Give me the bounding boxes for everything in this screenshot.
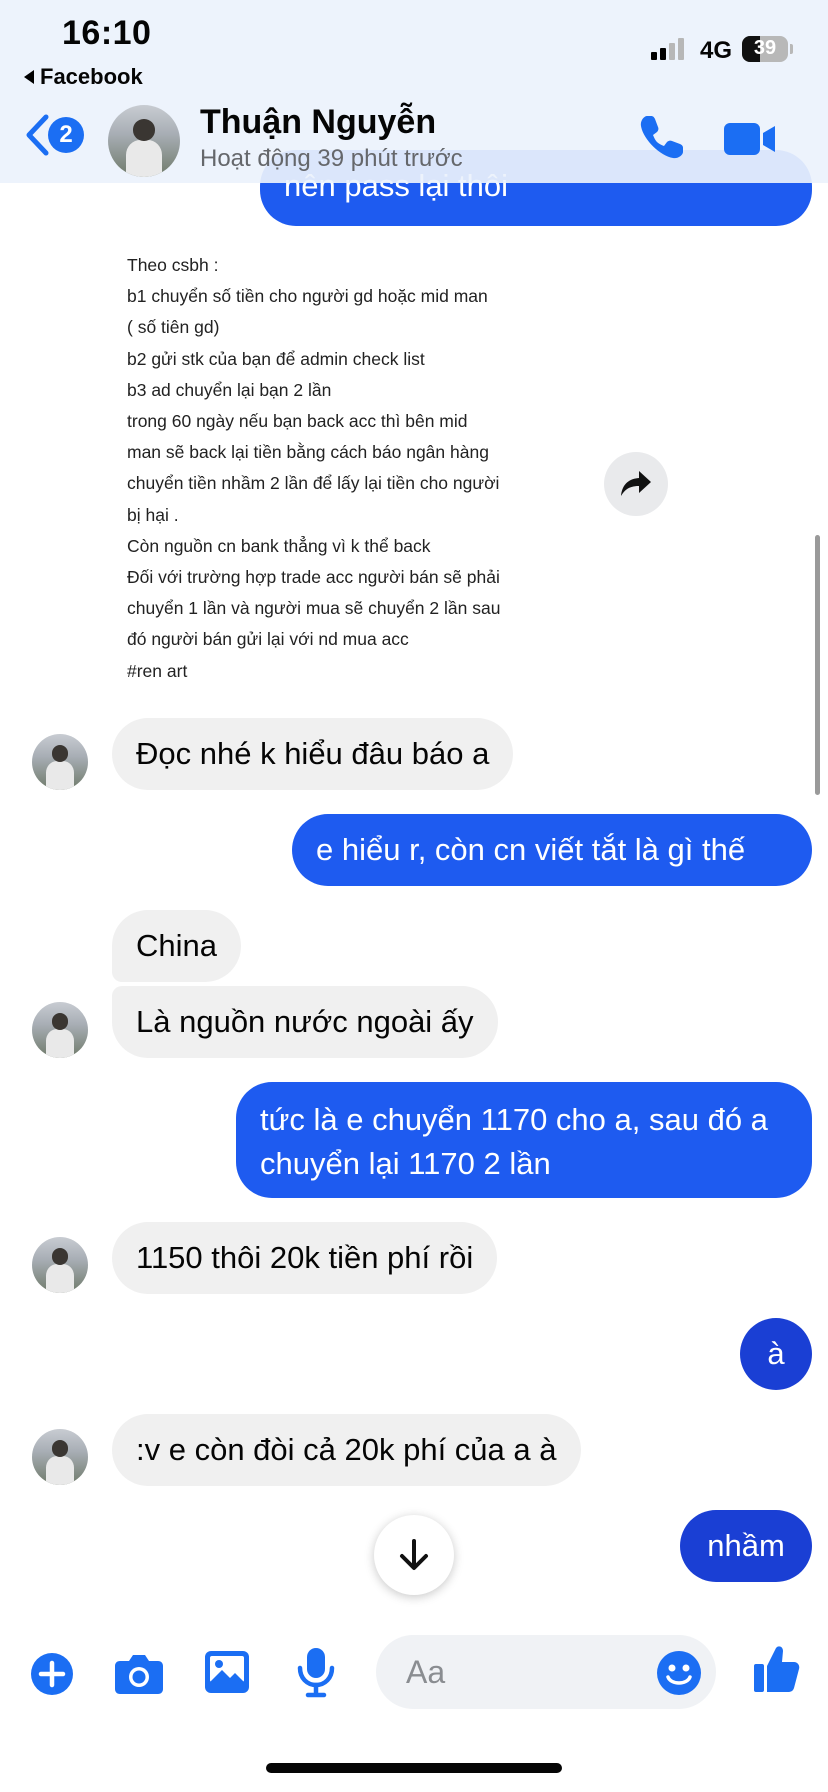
attachment-line: b3 ad chuyển lại bạn 2 lần <box>127 379 332 400</box>
message-text: :v e còn đòi cả 20k phí của a à <box>136 1432 557 1467</box>
battery-percent: 39 <box>753 37 777 59</box>
phone-icon[interactable] <box>636 113 686 163</box>
back-triangle-icon <box>24 70 34 84</box>
battery-icon: 39 <box>742 36 788 62</box>
contact-name[interactable]: Thuận Nguyễn <box>200 103 436 142</box>
video-camera-icon[interactable] <box>722 119 778 159</box>
message-text: tức là e chuyển 1170 cho a, sau đó a chu… <box>260 1102 768 1181</box>
message-incoming[interactable]: Là nguồn nước ngoài ấy <box>112 986 498 1058</box>
contact-avatar[interactable] <box>108 105 180 177</box>
cellular-signal-icon <box>651 38 684 60</box>
arrow-down-icon <box>400 1539 428 1570</box>
attachment-line: Đối với trường hợp trade acc người bán s… <box>127 567 500 588</box>
back-to-app-link[interactable]: Facebook <box>24 64 143 90</box>
back-button[interactable]: 2 <box>24 113 84 157</box>
chevron-left-icon <box>26 114 49 156</box>
plus-circle-icon[interactable] <box>30 1652 74 1696</box>
attachment-line: b1 chuyển số tiền cho người gd hoặc mid … <box>127 286 488 307</box>
network-type: 4G <box>700 37 733 64</box>
message-outgoing[interactable]: à <box>740 1318 812 1390</box>
attachment-line: đó người bán gửi lại với nd mua acc <box>127 629 409 650</box>
contact-avatar-small[interactable] <box>32 1237 88 1293</box>
scrollbar[interactable] <box>815 535 820 795</box>
attachment-line: bị hại . <box>127 504 179 525</box>
forward-button[interactable] <box>604 452 668 516</box>
attachment-line: Theo csbh : <box>127 255 219 275</box>
contact-avatar-small[interactable] <box>32 1429 88 1485</box>
back-app-label: Facebook <box>40 64 143 89</box>
attachment-line: ( số tiên gd) <box>127 317 220 338</box>
image-icon[interactable] <box>204 1650 250 1694</box>
smiley-icon[interactable] <box>656 1650 702 1696</box>
attachment-line: man sẽ back lại tiền bằng cách báo ngân … <box>127 442 489 463</box>
message-text: nhầm <box>707 1528 785 1563</box>
attachment-line: trong 60 ngày nếu bạn back acc thì bên m… <box>127 411 468 432</box>
shared-image-attachment[interactable]: Theo csbh : b1 chuyển số tiền cho người … <box>127 250 567 700</box>
thumbs-up-icon[interactable] <box>752 1644 800 1694</box>
message-outgoing[interactable]: e hiểu r, còn cn viết tắt là gì thế <box>292 814 812 886</box>
share-arrow-icon <box>621 471 651 496</box>
message-incoming[interactable]: China <box>112 910 241 982</box>
attachment-line: chuyển tiền nhầm 2 lần để lấy lại tiền c… <box>127 473 500 494</box>
microphone-icon[interactable] <box>296 1646 336 1698</box>
message-outgoing[interactable]: nhầm <box>680 1510 812 1582</box>
message-incoming[interactable]: Đọc nhé k hiểu đâu báo a <box>112 718 514 790</box>
message-text: à <box>767 1336 785 1371</box>
scroll-to-bottom-button[interactable] <box>374 1515 454 1595</box>
message-text: China <box>136 928 217 963</box>
unread-badge: 2 <box>48 117 84 153</box>
message-text: Đọc nhé k hiểu đâu báo a <box>136 736 490 771</box>
contact-avatar-small[interactable] <box>32 1002 88 1058</box>
contact-avatar-small[interactable] <box>32 734 88 790</box>
message-text: 1150 thôi 20k tiền phí rồi <box>136 1240 474 1275</box>
attachment-line: #ren art <box>127 660 188 681</box>
status-time: 16:10 <box>62 14 152 52</box>
attachment-line: b2 gửi stk của bạn để admin check list <box>127 348 425 369</box>
attachment-line: chuyển 1 lần và người mua sẽ chuyển 2 lầ… <box>127 598 501 619</box>
message-text: Là nguồn nước ngoài ấy <box>136 1004 474 1039</box>
status-bar: 16:10 Facebook 4G 39 <box>0 0 828 95</box>
camera-icon[interactable] <box>114 1651 164 1695</box>
message-incoming[interactable]: 1150 thôi 20k tiền phí rồi <box>112 1222 498 1294</box>
message-text: e hiểu r, còn cn viết tắt là gì thế <box>316 832 746 867</box>
attachment-text-lines: Theo csbh : b1 chuyển số tiền cho người … <box>127 250 567 687</box>
chat-header: 2 Thuận Nguyễn Hoạt động 39 phút trước <box>0 95 828 183</box>
home-indicator <box>266 1763 562 1773</box>
battery-tip <box>790 44 793 54</box>
contact-status: Hoạt động 39 phút trước <box>200 145 463 172</box>
attachment-line: Còn nguồn cn bank thẳng vì k thể back <box>127 535 431 556</box>
message-outgoing[interactable]: tức là e chuyển 1170 cho a, sau đó a chu… <box>236 1082 812 1198</box>
message-incoming[interactable]: :v e còn đòi cả 20k phí của a à <box>112 1414 581 1486</box>
